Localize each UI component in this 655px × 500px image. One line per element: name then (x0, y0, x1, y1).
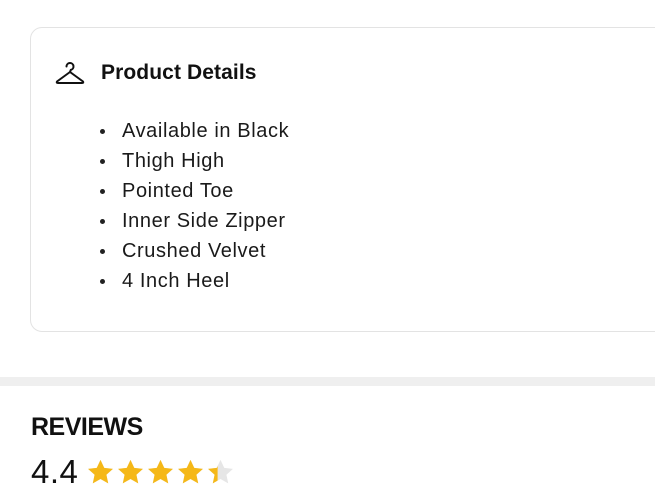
hanger-icon (55, 60, 85, 86)
product-details-card: Product Details Available in Black Thigh… (30, 27, 655, 332)
detail-item: Crushed Velvet (94, 236, 289, 266)
star-full-icon (178, 459, 204, 483)
product-details-header: Product Details (55, 60, 257, 86)
detail-item: Available in Black (94, 116, 289, 146)
star-full-icon (88, 459, 114, 483)
rating-value: 4.4 (31, 453, 79, 490)
detail-item: 4 Inch Heel (94, 266, 289, 296)
product-page: Product Details Available in Black Thigh… (0, 0, 655, 500)
star-full-icon (148, 459, 174, 483)
star-rating (86, 458, 235, 487)
detail-item: Pointed Toe (94, 176, 289, 206)
section-divider (0, 377, 655, 386)
reviews-heading: REVIEWS (31, 413, 143, 441)
detail-item: Thigh High (94, 146, 289, 176)
star-full-icon (118, 459, 144, 483)
rating-summary[interactable]: 4.4 (31, 453, 235, 491)
detail-item: Inner Side Zipper (94, 206, 289, 236)
product-details-list: Available in Black Thigh High Pointed To… (94, 116, 289, 296)
star-partial-icon (208, 459, 234, 483)
product-details-title: Product Details (101, 61, 257, 84)
